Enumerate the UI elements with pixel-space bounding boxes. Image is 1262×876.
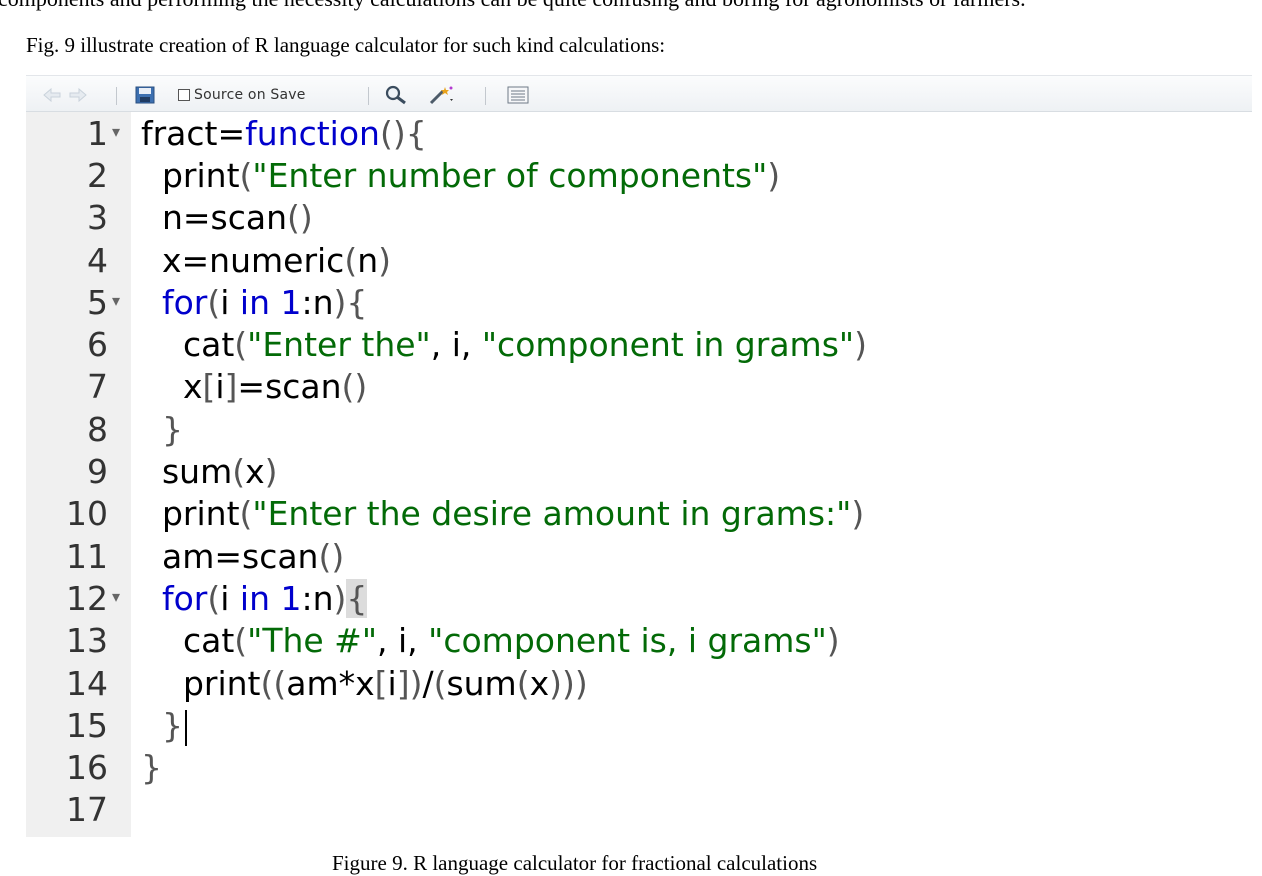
code-line[interactable]: 7 x[i]=scan() [26, 366, 1252, 408]
text-cursor [184, 709, 187, 746]
code-text: fract=function(){ [141, 114, 427, 153]
source-on-save-label: Source on Save [194, 87, 306, 103]
line-number: 7 [87, 367, 108, 406]
line-number: 14 [66, 664, 108, 703]
source-on-save-checkbox[interactable]: Source on Save [178, 85, 306, 105]
code-line[interactable]: 11 am=scan() [26, 536, 1252, 578]
code-text: cat("Enter the", i, "component in grams"… [141, 325, 867, 364]
code-text: n=scan() [141, 198, 313, 237]
code-line[interactable]: 2 print("Enter number of components") [26, 155, 1252, 197]
code-line[interactable]: 10 print("Enter the desire amount in gra… [26, 493, 1252, 535]
figure-intro-text: Fig. 9 illustrate creation of R language… [26, 33, 666, 57]
line-number: 4 [87, 241, 108, 280]
forward-arrow-icon[interactable] [68, 85, 88, 105]
line-number: 8 [87, 410, 108, 449]
line-number: 13 [66, 621, 108, 660]
save-icon[interactable] [135, 85, 155, 105]
code-line[interactable]: 3 n=scan() [26, 197, 1252, 239]
line-number: 16 [66, 748, 108, 787]
line-number: 17 [66, 790, 108, 829]
code-text: print("Enter number of components") [141, 156, 781, 195]
code-line[interactable]: 1 ▾ fract=function(){ [26, 113, 1252, 155]
search-icon[interactable] [384, 85, 408, 105]
code-line[interactable]: 15 } [26, 705, 1252, 747]
intro-paragraph-text: components and performing the necessity … [0, 0, 1026, 12]
line-number: 11 [66, 537, 108, 576]
line-number: 5 [87, 283, 108, 322]
code-line[interactable]: 5 ▾ for(i in 1:n){ [26, 282, 1252, 324]
code-line[interactable]: 16 } [26, 747, 1252, 789]
code-text: sum(x) [141, 452, 278, 491]
line-number: 15 [66, 706, 108, 745]
code-line[interactable]: 4 x=numeric(n) [26, 240, 1252, 282]
code-text: } [161, 410, 183, 449]
code-line[interactable]: 17 [26, 789, 1252, 831]
code-line[interactable]: 9 sum(x) [26, 451, 1252, 493]
fold-arrow-icon[interactable]: ▾ [112, 578, 126, 616]
line-number: 12 [66, 579, 108, 618]
code-line[interactable]: 8 } [26, 409, 1252, 451]
code-line[interactable]: 14 print((am*x[i])/(sum(x))) [26, 663, 1252, 705]
code-text: print("Enter the desire amount in grams:… [141, 494, 865, 533]
fold-arrow-icon[interactable]: ▾ [112, 282, 126, 320]
code-text: am=scan() [141, 537, 345, 576]
line-number: 10 [66, 494, 108, 533]
line-number: 6 [87, 325, 108, 364]
line-number: 2 [87, 156, 108, 195]
code-text: cat("The #", i, "component is, i grams") [141, 621, 840, 660]
figure-caption: Figure 9. R language calculator for frac… [332, 851, 818, 875]
code-text: for(i in 1:n){ [161, 283, 368, 322]
pages-icon[interactable] [506, 85, 530, 105]
code-text: x=numeric(n) [141, 241, 391, 280]
code-text: x[i]=scan() [141, 367, 368, 406]
line-number: 9 [87, 452, 108, 491]
back-arrow-icon[interactable] [42, 85, 62, 105]
wand-icon[interactable] [428, 85, 456, 105]
checkbox-box[interactable] [178, 89, 190, 101]
code-text: print((am*x[i])/(sum(x))) [141, 664, 588, 703]
line-number: 1 [87, 114, 108, 153]
code-text: } [141, 748, 162, 787]
editor-toolbar: Source on Save [26, 75, 1252, 112]
fold-arrow-icon[interactable]: ▾ [112, 113, 126, 151]
code-line[interactable]: 13 cat("The #", i, "component is, i gram… [26, 620, 1252, 662]
code-text: for(i in 1:n){ [161, 579, 368, 618]
code-line[interactable]: 12 ▾ for(i in 1:n){ [26, 578, 1252, 620]
code-editor[interactable]: Source on Save 1 ▾ fract=function(){ 2 p… [26, 75, 1252, 837]
line-number: 3 [87, 198, 108, 237]
code-line[interactable]: 6 cat("Enter the", i, "component in gram… [26, 324, 1252, 366]
code-text: } [141, 705, 187, 747]
